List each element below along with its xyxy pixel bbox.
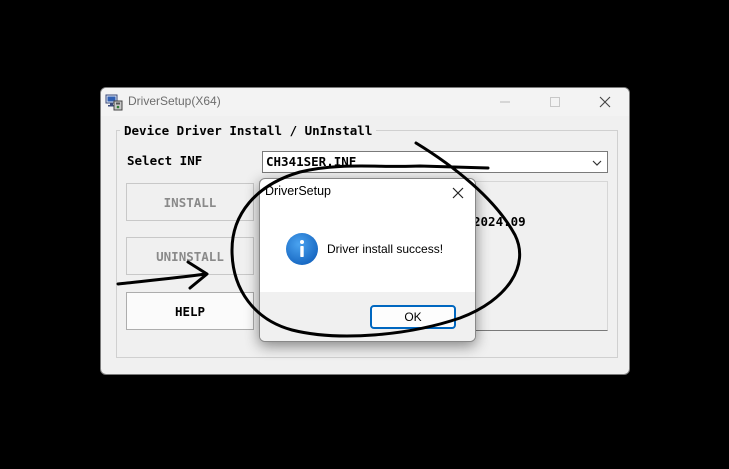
window-title: DriverSetup(X64) [128, 94, 221, 108]
inf-select[interactable]: CH341SER.INF [262, 151, 608, 173]
dialog-close-button[interactable] [448, 183, 468, 203]
close-icon [452, 187, 464, 199]
title-bar[interactable]: DriverSetup(X64) [101, 88, 629, 116]
driver-date-text: 2024.09 [473, 214, 526, 229]
uninstall-button[interactable]: UNINSTALL [126, 237, 254, 275]
close-icon [599, 96, 611, 108]
maximize-button[interactable] [531, 88, 579, 116]
information-icon [286, 233, 318, 265]
help-button[interactable]: HELP [126, 292, 254, 330]
ok-button[interactable]: OK [370, 305, 456, 329]
inf-select-value: CH341SER.INF [266, 154, 357, 169]
success-dialog: DriverSetup Driver install success! OK [259, 178, 476, 342]
dialog-title: DriverSetup [265, 184, 331, 198]
maximize-icon [550, 97, 560, 107]
select-inf-label: Select INF [127, 153, 203, 168]
groupbox-title: Device Driver Install / UnInstall [120, 123, 377, 138]
install-button[interactable]: INSTALL [126, 183, 254, 221]
window-close-button[interactable] [581, 88, 629, 116]
chevron-down-icon [592, 160, 602, 166]
minimize-icon [500, 101, 510, 103]
driver-setup-app-icon [105, 94, 123, 111]
dialog-footer: OK [260, 292, 475, 341]
dialog-message: Driver install success! [327, 242, 444, 256]
minimize-button[interactable] [481, 88, 529, 116]
